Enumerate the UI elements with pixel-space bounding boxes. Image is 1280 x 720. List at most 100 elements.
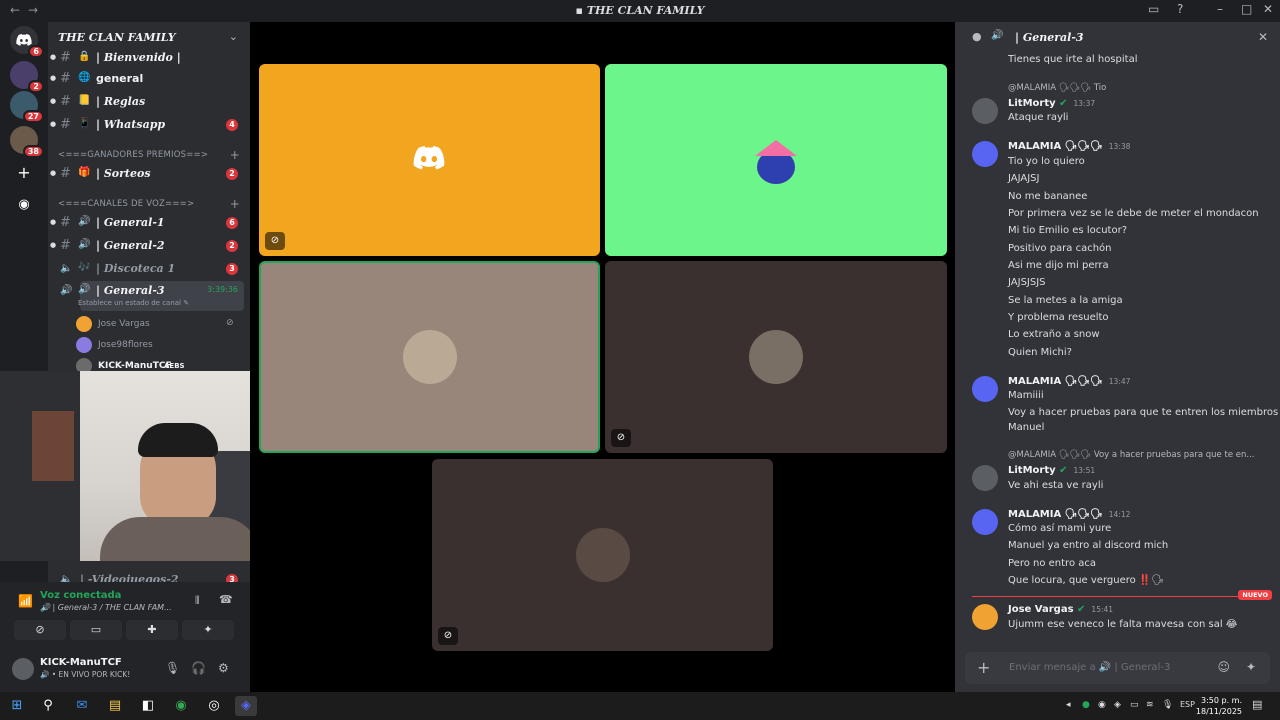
hash-icon: # (60, 238, 71, 253)
message-author[interactable]: LitMorty ✔ 13:51 (1008, 465, 1095, 476)
discord-home-icon[interactable]: 6 (10, 26, 44, 58)
tray-status-icon[interactable]: ● (1082, 700, 1090, 710)
channel-status-hint[interactable]: Establece un estado de canal ✎ (78, 299, 189, 307)
guild-name[interactable]: THE CLAN FAMILY (58, 31, 176, 44)
clock[interactable]: 3:50 p. m. 18/11/2025 (1196, 695, 1242, 717)
discover-icon[interactable]: ◉ (10, 190, 38, 218)
tray-app-icon[interactable]: ◉ (1098, 700, 1106, 710)
message-text: No me bananee (1008, 191, 1088, 202)
add-channel-icon[interactable]: + (230, 148, 240, 162)
windows-taskbar: ⊞ ⚲ ✉ ▤ ◧ ◉ ◎ ◈ ◂ ● ◉ ◈ ▭ ≋ 🎙 ESP 3:50 p… (0, 692, 1280, 720)
avatar (76, 337, 92, 353)
soundboard-button[interactable]: ✦ (182, 620, 234, 640)
muted-icon: ⊘ (438, 627, 458, 645)
wifi-icon[interactable]: ≋ (1146, 700, 1154, 710)
voice-channel-path[interactable]: 🔊 | General-3 / THE CLAN FAM... (40, 603, 172, 612)
close-chat-icon[interactable]: ✕ (1258, 30, 1268, 44)
reply-reference[interactable]: @MALAMIA 🗣🗣🗣 Voy a hacer pruebas para qu… (1008, 450, 1254, 460)
tray-app-icon[interactable]: ◈ (1114, 700, 1121, 710)
help-icon[interactable]: ? (1177, 2, 1183, 16)
channel-whatsapp[interactable]: ● # 📱 | Whatsapp 4 (48, 115, 250, 135)
category-prizes[interactable]: <===GANADORES PREMIOS==> + (58, 148, 248, 162)
activities-button[interactable]: ✚ (126, 620, 178, 640)
chrome-icon[interactable]: ◉ (170, 696, 192, 716)
screenshare-button[interactable]: ▭ (70, 620, 122, 640)
obs-icon[interactable]: ◎ (203, 696, 225, 716)
settings-gear-icon[interactable]: ⚙ (218, 661, 229, 675)
signal-icon[interactable]: 📶 (18, 594, 33, 608)
channel-reglas[interactable]: ● # 📒 | Reglas (48, 92, 250, 112)
language-indicator[interactable]: ESP (1180, 700, 1195, 709)
verified-icon: ✔ (1059, 98, 1068, 109)
message-text: Que locura, que verguero ‼️🗣 (1008, 575, 1165, 586)
message-author[interactable]: MALAMIA 🗣🗣🗣 13:38 (1008, 141, 1130, 152)
message-text: JAJAJSJ (1008, 173, 1040, 184)
message-text: Por primera vez se le debe de meter el m… (1008, 208, 1259, 219)
server-icon-1[interactable]: 2 (10, 61, 44, 93)
maximize-button[interactable]: □ (1241, 2, 1252, 16)
soundwave-icon[interactable]: ⫴ (195, 594, 200, 608)
close-window-button[interactable]: ✕ (1263, 2, 1273, 16)
notification-icon[interactable]: ▤ (1252, 698, 1262, 711)
message-author[interactable]: MALAMIA 🗣🗣🗣 13:47 (1008, 376, 1130, 387)
participant-tile[interactable]: ⊘ (605, 261, 947, 453)
channel-discoteca[interactable]: 🔈 🎶 | Discoteca 1 3 (48, 259, 250, 279)
participant-tile[interactable] (605, 64, 947, 256)
hash-icon: # (60, 50, 71, 65)
discord-avatar-icon (413, 146, 445, 174)
channel-sorteos[interactable]: ● # 🎁 | Sorteos 2 (48, 164, 250, 184)
display-icon[interactable]: ▭ (1130, 700, 1139, 710)
avatar (749, 330, 803, 384)
voice-text-chat: ● 🔊 | General-3 ✕ Tienes que irte al hos… (955, 22, 1280, 692)
chevron-down-icon[interactable]: ⌄ (229, 30, 238, 43)
avatar[interactable] (972, 604, 998, 630)
add-channel-icon[interactable]: + (230, 197, 240, 211)
channel-bienvenido[interactable]: ● # 🔒 | Bienvenido | (48, 48, 250, 68)
avatar[interactable] (972, 98, 998, 124)
avatar[interactable] (12, 658, 34, 680)
add-server-icon[interactable]: + (10, 158, 38, 186)
current-user-status: 🔊 • EN VIVO POR KICK! (40, 670, 131, 679)
channel-general-2[interactable]: ● # 🔊 | General-2 2 (48, 236, 250, 256)
tray-icon[interactable]: ◂ (1066, 700, 1071, 710)
emoji-icon[interactable]: ☺ (1217, 660, 1230, 674)
channel-general[interactable]: ● # 🌐 general (48, 69, 250, 89)
speaker-icon: 🔊 (78, 216, 91, 227)
disconnect-icon[interactable]: ☎ (219, 593, 233, 606)
avatar[interactable] (972, 141, 998, 167)
participant-tile[interactable]: ⊘ (259, 64, 600, 256)
file-explorer-icon[interactable]: ▤ (104, 696, 126, 716)
outlook-icon[interactable]: ✉ (71, 696, 93, 716)
message-author[interactable]: LitMorty ✔ 13:37 (1008, 98, 1095, 109)
discord-taskbar-icon[interactable]: ◈ (235, 696, 257, 716)
category-voice[interactable]: <===CANALES DE VOZ===> + (58, 197, 248, 211)
message-author[interactable]: Jose Vargas ✔ 15:41 (1008, 604, 1113, 615)
microphone-icon[interactable]: 🎙 (165, 661, 180, 675)
channel-general-1[interactable]: ● # 🔊 | General-1 6 (48, 213, 250, 233)
windows-start-icon[interactable]: ⊞ (6, 696, 28, 716)
search-icon[interactable]: ⚲ (37, 696, 59, 716)
reply-reference[interactable]: @MALAMIA 🗣🗣🗣 Tio (1008, 83, 1106, 93)
current-user-name[interactable]: KICK-ManuTCF (40, 657, 122, 668)
message-author[interactable]: MALAMIA 🗣🗣🗣 14:12 (1008, 509, 1130, 520)
apps-icon[interactable]: ✦ (1246, 660, 1256, 674)
plus-icon[interactable]: + (977, 658, 990, 677)
headphones-icon[interactable]: 🎧 (191, 661, 206, 675)
participant-tile[interactable]: ⊘ (432, 459, 773, 651)
server-icon-2[interactable]: 27 (10, 91, 44, 123)
message-composer[interactable]: + Enviar mensaje a 🔊 | General-3 ☺ ✦ (965, 652, 1270, 684)
microphone-icon[interactable]: 🎙 (1162, 700, 1173, 710)
muted-icon: ⊘ (265, 232, 285, 250)
avatar[interactable] (972, 376, 998, 402)
avatar[interactable] (972, 465, 998, 491)
app-icon[interactable]: ◧ (137, 696, 159, 716)
minimize-button[interactable]: – (1217, 2, 1223, 16)
channel-general-3[interactable]: 🔊 🔊 | General-3 3:39:36 (48, 281, 250, 301)
avatar[interactable] (972, 509, 998, 535)
pencil-icon: ✎ (183, 299, 190, 307)
camera-off-button[interactable]: ⊘ (14, 620, 66, 640)
server-icon-3[interactable]: 38 (10, 126, 44, 158)
participant-tile-speaking[interactable] (259, 261, 600, 453)
inbox-icon[interactable]: ▭ (1148, 2, 1159, 16)
home-badge: 6 (28, 45, 44, 58)
